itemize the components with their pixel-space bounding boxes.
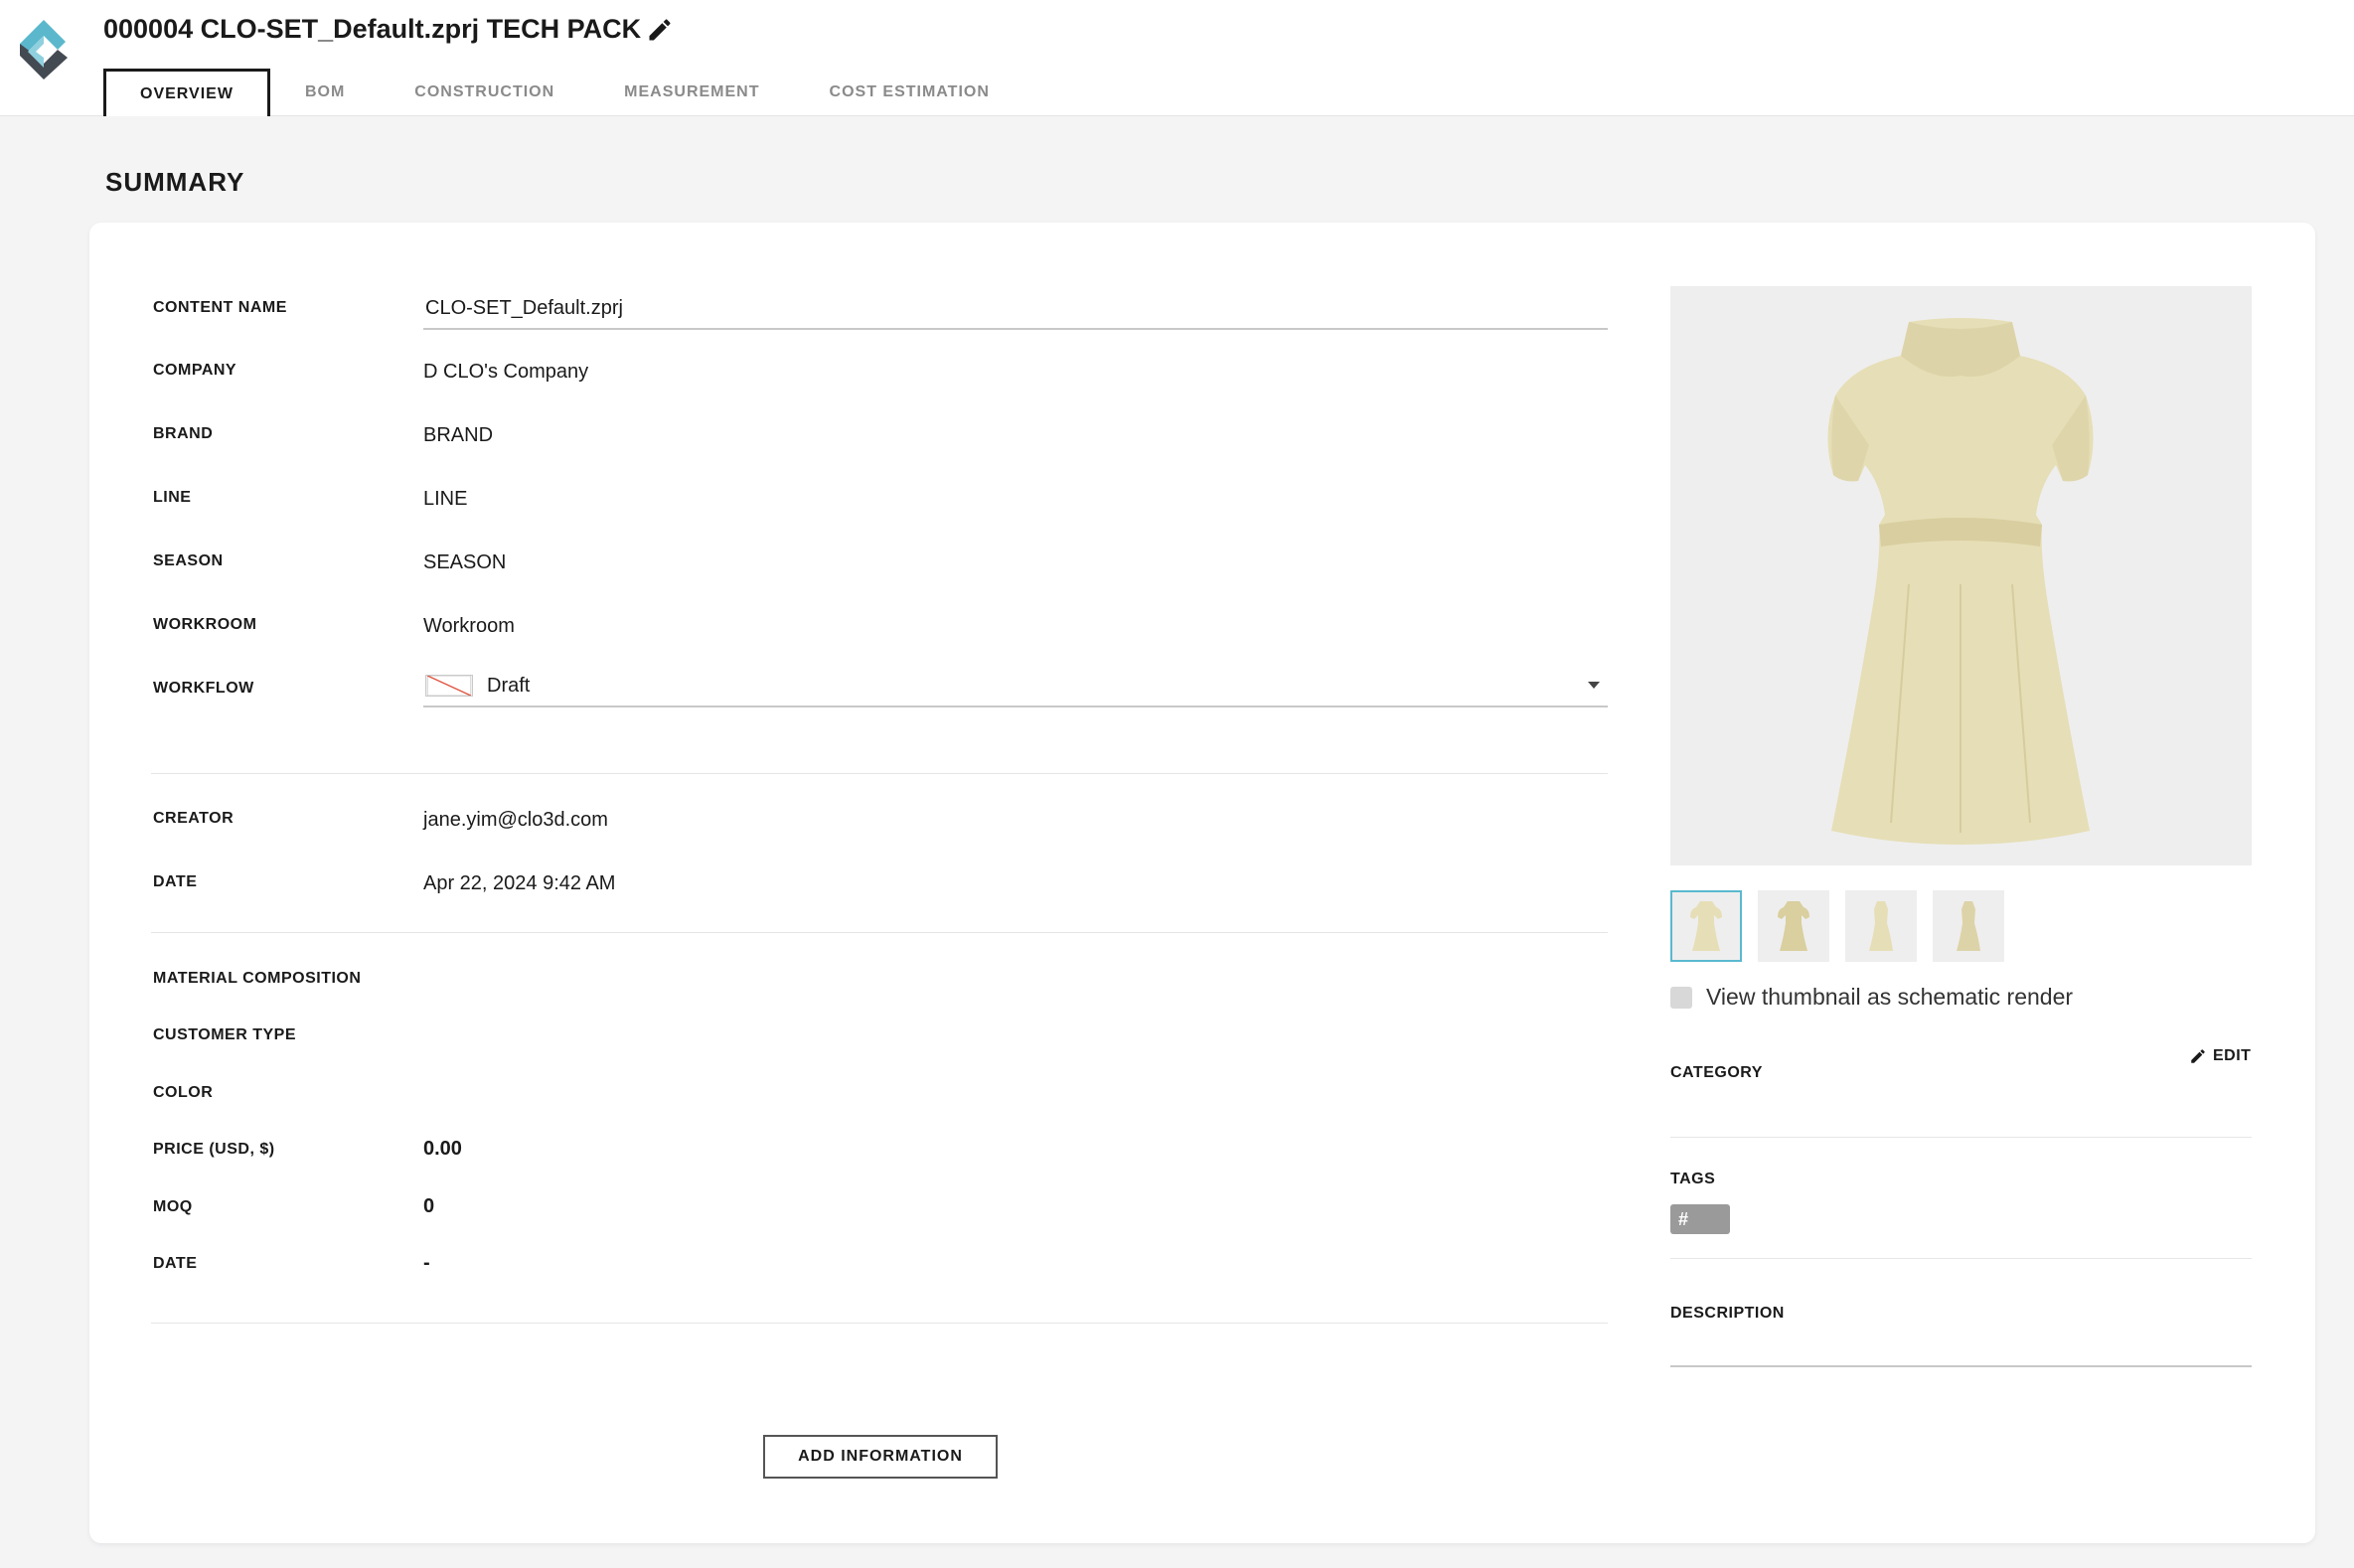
price-label: PRICE (USD, $)	[153, 1141, 275, 1158]
description-input[interactable]	[1670, 1365, 2252, 1367]
workroom-label: WORKROOM	[153, 616, 257, 633]
company-value: D CLO's Company	[423, 361, 589, 383]
add-information-button[interactable]: ADD INFORMATION	[763, 1435, 998, 1479]
schematic-render-toggle[interactable]: View thumbnail as schematic render	[1670, 984, 2073, 1011]
creator-value: jane.yim@clo3d.com	[423, 809, 608, 831]
material-composition-label: MATERIAL COMPOSITION	[153, 970, 362, 987]
schematic-render-label: View thumbnail as schematic render	[1706, 984, 2074, 1010]
thumbnail-front[interactable]	[1670, 890, 1742, 962]
workflow-value: Draft	[487, 674, 531, 697]
thumbnail-side-left[interactable]	[1845, 890, 1917, 962]
tab-measurement[interactable]: MEASUREMENT	[589, 69, 794, 116]
line-value: LINE	[423, 488, 468, 510]
pencil-icon	[2191, 1049, 2205, 1063]
tags-label: TAGS	[1670, 1171, 1716, 1187]
checkbox[interactable]	[1670, 986, 1692, 1009]
price-value: 0.00	[423, 1138, 462, 1160]
thumbnail-strip	[1670, 890, 2004, 962]
description-label: DESCRIPTION	[1670, 1305, 1785, 1322]
workflow-color-swatch-icon	[425, 675, 473, 697]
divider	[1670, 1137, 2252, 1138]
season-label: SEASON	[153, 552, 224, 569]
season-value: SEASON	[423, 551, 507, 573]
moq-label: MOQ	[153, 1198, 193, 1215]
date-label: DATE	[153, 873, 198, 890]
color-label: COLOR	[153, 1084, 214, 1101]
top-bar: 000004 CLO-SET_Default.zprj TECH PACK OV…	[0, 0, 2354, 116]
thumbnail-side-right[interactable]	[1933, 890, 2004, 962]
customer-type-label: CUSTOMER TYPE	[153, 1026, 296, 1043]
company-label: COMPANY	[153, 362, 237, 379]
divider	[151, 1323, 1608, 1324]
workflow-select[interactable]: Draft	[423, 666, 1608, 707]
workflow-label: WORKFLOW	[153, 680, 254, 697]
edit-category-button[interactable]: EDIT	[2189, 1047, 2251, 1065]
date2-label: DATE	[153, 1255, 198, 1272]
summary-card: CONTENT NAME CLO-SET_Default.zprj COMPAN…	[89, 223, 2315, 1543]
chevron-down-icon	[1588, 682, 1600, 689]
edit-label: EDIT	[2213, 1047, 2252, 1064]
content-name-input[interactable]: CLO-SET_Default.zprj	[423, 288, 1608, 330]
content-name-label: CONTENT NAME	[153, 299, 287, 316]
date2-value: -	[423, 1252, 430, 1274]
divider	[151, 773, 1608, 774]
date-value: Apr 22, 2024 9:42 AM	[423, 872, 616, 894]
garment-preview-image	[1670, 286, 2252, 865]
divider	[1670, 1258, 2252, 1259]
page-title: 000004 CLO-SET_Default.zprj TECH PACK	[103, 14, 642, 44]
summary-heading: SUMMARY	[105, 167, 245, 197]
clo-set-logo-icon[interactable]	[14, 18, 74, 81]
workroom-value: Workroom	[423, 615, 515, 637]
tab-bar: OVERVIEW BOM CONSTRUCTION MEASUREMENT CO…	[103, 69, 1024, 116]
divider	[151, 932, 1608, 933]
brand-value: BRAND	[423, 424, 494, 446]
category-label: CATEGORY	[1670, 1064, 1763, 1081]
moq-value: 0	[423, 1195, 435, 1217]
line-label: LINE	[153, 489, 192, 506]
creator-label: CREATOR	[153, 810, 235, 827]
edit-title-pencil-icon[interactable]	[646, 16, 674, 44]
tab-construction[interactable]: CONSTRUCTION	[380, 69, 589, 116]
thumbnail-back[interactable]	[1758, 890, 1829, 962]
tab-bom[interactable]: BOM	[270, 69, 380, 116]
tab-overview[interactable]: OVERVIEW	[103, 69, 270, 116]
brand-label: BRAND	[153, 425, 214, 442]
tag-input-chip[interactable]: #	[1670, 1204, 1730, 1234]
tab-cost-estimation[interactable]: COST ESTIMATION	[795, 69, 1024, 116]
